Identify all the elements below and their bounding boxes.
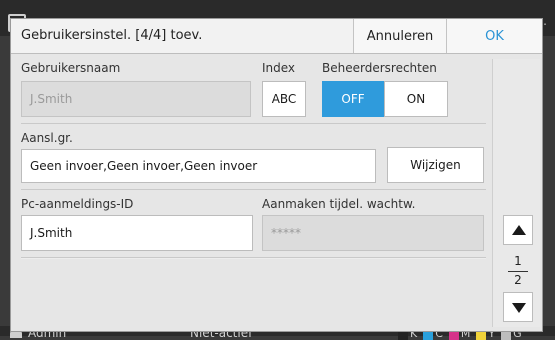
page-total: 2 — [514, 273, 522, 287]
admin-off-toggle[interactable]: OFF — [322, 81, 384, 117]
username-field: J.Smith — [21, 81, 251, 117]
page-divider — [508, 271, 528, 272]
arrow-up-icon — [512, 225, 526, 235]
form-content: Gebruikersnaam J.Smith Index ABC Beheerd… — [21, 59, 486, 327]
change-button[interactable]: Wijzigen — [387, 147, 484, 183]
cancel-button[interactable]: Annuleren — [353, 19, 446, 53]
user-settings-dialog: Gebruikersinstel. [4/4] toev. Annuleren … — [10, 18, 543, 332]
ok-button[interactable]: OK — [446, 19, 542, 53]
admin-on-toggle[interactable]: ON — [384, 81, 448, 117]
group-label: Aansl.gr. — [21, 131, 73, 145]
index-button[interactable]: ABC — [262, 81, 306, 117]
dialog-title: Gebruikersinstel. [4/4] toev. — [21, 28, 203, 43]
index-label: Index — [262, 61, 296, 75]
divider — [21, 258, 486, 259]
scroll-up-button[interactable] — [503, 215, 533, 245]
arrow-down-icon — [512, 303, 526, 313]
scroll-panel: 1 2 — [492, 59, 540, 327]
divider — [21, 189, 486, 190]
admin-rights-label: Beheerdersrechten — [322, 61, 437, 75]
group-field: Geen invoer,Geen invoer,Geen invoer — [21, 149, 376, 183]
temp-password-field: ***** — [262, 215, 484, 251]
temp-password-label: Aanmaken tijdel. wachtw. — [262, 197, 416, 211]
dialog-header: Gebruikersinstel. [4/4] toev. Annuleren … — [11, 19, 542, 54]
divider — [21, 123, 486, 124]
pc-login-label: Pc-aanmeldings-ID — [21, 197, 134, 211]
page-current: 1 — [514, 254, 522, 268]
pc-login-id-field[interactable]: J.Smith — [21, 215, 253, 251]
scroll-down-button[interactable] — [503, 292, 533, 322]
username-label: Gebruikersnaam — [21, 61, 121, 75]
